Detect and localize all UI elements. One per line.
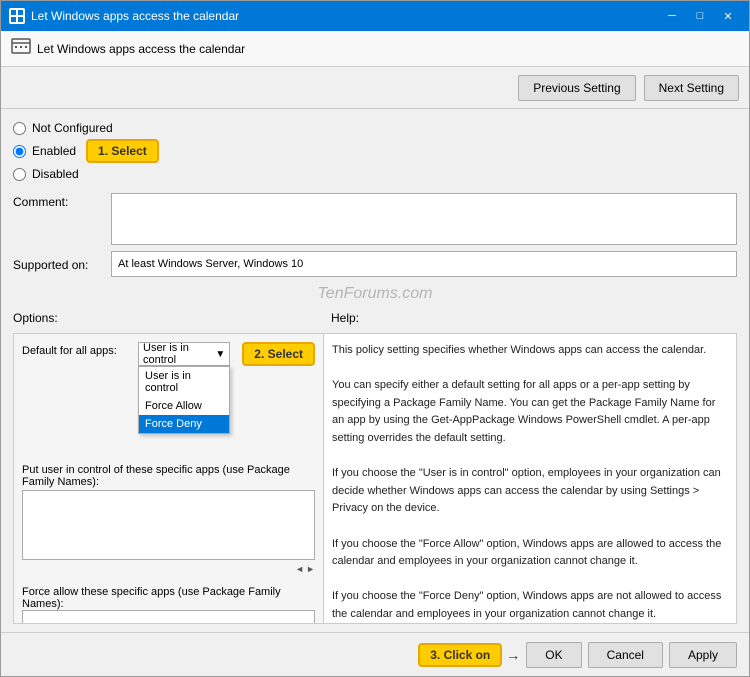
dropdown-chevron-icon: ▼ [215, 349, 225, 360]
dropdown-select[interactable]: User is in control ▼ [138, 342, 230, 366]
comment-row: Comment: [13, 193, 737, 245]
options-section-title: Options: [13, 311, 323, 327]
enabled-radio[interactable] [13, 145, 26, 158]
help-text: This policy setting specifies whether Wi… [332, 342, 728, 623]
force-allow-section: Force allow these specific apps (use Pac… [22, 582, 315, 623]
not-configured-radio[interactable] [13, 122, 26, 135]
default-apps-label: Default for all apps: [22, 342, 132, 357]
window-icon [9, 8, 25, 24]
put-user-label: Put user in control of these specific ap… [22, 464, 315, 488]
dropdown-container: User is in control ▼ User is in control … [138, 342, 230, 366]
section-headers: Options: Help: [13, 311, 737, 327]
enabled-label: Enabled [32, 144, 76, 158]
dropdown-selected-value: User is in control [143, 342, 215, 366]
help-panel: This policy setting specifies whether Wi… [324, 334, 736, 623]
disabled-label: Disabled [32, 167, 79, 181]
footer-bar: 3. Click on → OK Cancel Apply [1, 632, 749, 676]
header-icon [11, 36, 31, 61]
scroll-left-icon[interactable]: ◄ [295, 564, 304, 574]
force-allow-textarea[interactable] [22, 610, 315, 623]
options-help-section: Default for all apps: User is in control… [13, 333, 737, 624]
previous-setting-button[interactable]: Previous Setting [518, 75, 635, 101]
dropdown-option-user-control[interactable]: User is in control [139, 367, 229, 397]
force-allow-label: Force allow these specific apps (use Pac… [22, 586, 315, 610]
not-configured-row: Not Configured [13, 121, 737, 135]
cancel-button[interactable]: Cancel [588, 642, 663, 668]
step1-badge: 1. Select [86, 139, 159, 163]
minimize-button[interactable]: ─ [659, 6, 685, 26]
disabled-radio[interactable] [13, 168, 26, 181]
next-setting-button[interactable]: Next Setting [644, 75, 739, 101]
step3-wrapper: 3. Click on → [418, 643, 520, 667]
supported-value: At least Windows Server, Windows 10 [111, 251, 737, 277]
comment-textarea[interactable] [111, 193, 737, 245]
supported-label: Supported on: [13, 256, 103, 272]
close-button[interactable]: ✕ [715, 6, 741, 26]
enabled-row: Enabled 1. Select [13, 139, 737, 163]
help-section-title: Help: [323, 311, 737, 327]
main-window: Let Windows apps access the calendar ─ □… [0, 0, 750, 677]
put-user-textarea[interactable] [22, 490, 315, 560]
radio-group: Not Configured Enabled 1. Select Disable… [13, 117, 737, 185]
window-title: Let Windows apps access the calendar [31, 9, 239, 23]
apply-button[interactable]: Apply [669, 642, 737, 668]
maximize-button[interactable]: □ [687, 6, 713, 26]
watermark: TenForums.com [13, 283, 737, 305]
arrow-right-icon: → [506, 647, 520, 663]
content-area: Not Configured Enabled 1. Select Disable… [1, 109, 749, 632]
header-bar: Let Windows apps access the calendar [1, 31, 749, 67]
step3-badge: 3. Click on [418, 643, 502, 667]
title-bar-left: Let Windows apps access the calendar [9, 8, 239, 24]
put-user-scroll: ◄ ► [22, 564, 315, 574]
supported-row: Supported on: At least Windows Server, W… [13, 251, 737, 277]
title-controls: ─ □ ✕ [659, 6, 741, 26]
step2-badge: 2. Select [242, 342, 315, 366]
ok-button[interactable]: OK [526, 642, 581, 668]
dropdown-popup: User is in control Force Allow Force Den… [138, 366, 230, 434]
nav-bar: Previous Setting Next Setting [1, 67, 749, 109]
scroll-right-icon[interactable]: ► [306, 564, 315, 574]
dropdown-option-force-allow[interactable]: Force Allow [139, 397, 229, 415]
header-label: Let Windows apps access the calendar [37, 42, 245, 56]
disabled-row: Disabled [13, 167, 737, 181]
dropdown-option-force-deny[interactable]: Force Deny [139, 415, 229, 433]
default-apps-row: Default for all apps: User is in control… [22, 342, 315, 366]
comment-label: Comment: [13, 193, 103, 209]
put-user-section: Put user in control of these specific ap… [22, 464, 315, 574]
title-bar: Let Windows apps access the calendar ─ □… [1, 1, 749, 31]
not-configured-label: Not Configured [32, 121, 113, 135]
options-panel: Default for all apps: User is in control… [14, 334, 324, 623]
